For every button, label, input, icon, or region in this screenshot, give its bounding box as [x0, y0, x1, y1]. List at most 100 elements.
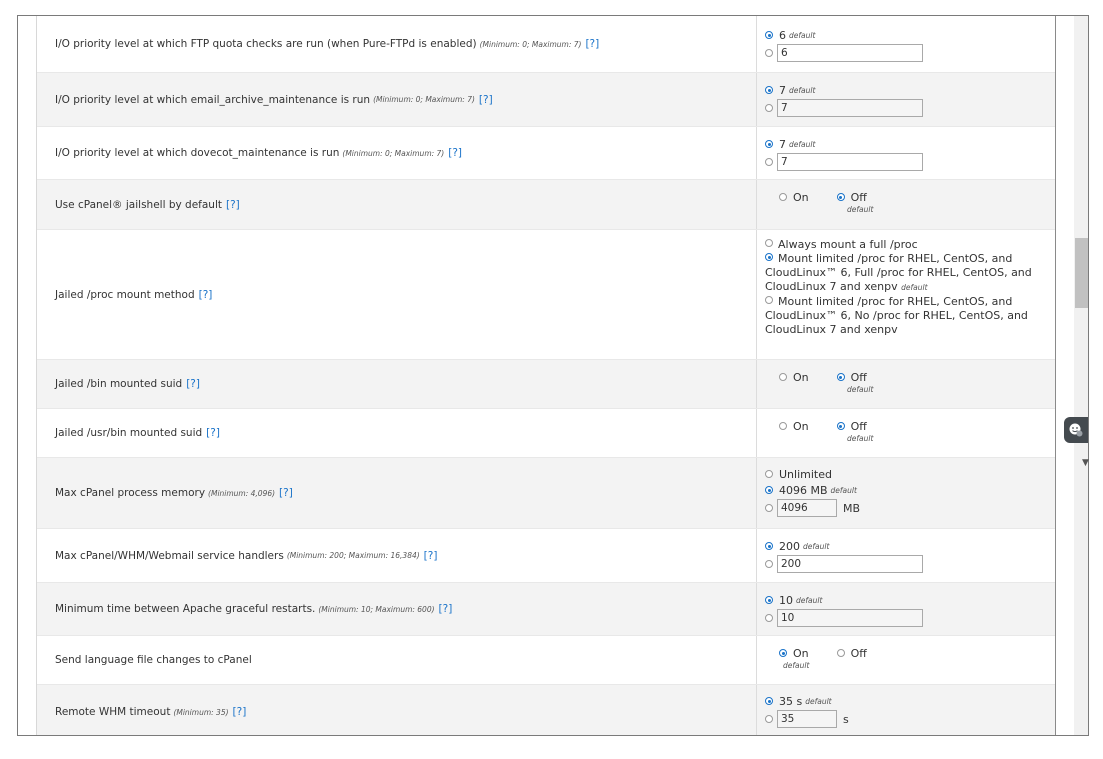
default-radio[interactable] — [765, 596, 773, 604]
setting-label: I/O priority level at which dovecot_main… — [55, 147, 340, 159]
unit-label: s — [843, 712, 849, 726]
option-label: Always mount a full /proc — [778, 238, 918, 251]
option-radio[interactable] — [765, 296, 773, 304]
default-tag: default — [805, 696, 832, 706]
off-radio[interactable] — [836, 193, 845, 201]
setting-label: Max cPanel process memory — [55, 487, 206, 499]
custom-radio[interactable] — [765, 504, 773, 512]
setting-row-jailshell-default: Use cPanel® jailshell by default [?] On … — [37, 180, 1055, 230]
option-radio[interactable] — [765, 239, 773, 247]
default-radio[interactable] — [765, 86, 773, 94]
default-radio[interactable] — [765, 697, 773, 705]
setting-label: Jailed /bin mounted suid — [55, 378, 183, 390]
custom-radio[interactable] — [765, 104, 773, 112]
chat-button[interactable] — [1064, 417, 1088, 443]
help-link[interactable]: [?] — [199, 289, 213, 301]
settings-table: I/O priority level at which FTP quota ch… — [36, 16, 1055, 735]
proc-option-limited-none: Mount limited /proc for RHEL, CentOS, an… — [765, 295, 1041, 337]
on-radio[interactable] — [779, 193, 787, 201]
off-radio[interactable] — [836, 422, 845, 430]
default-radio[interactable] — [765, 31, 773, 39]
custom-radio[interactable] — [765, 158, 773, 166]
setting-value-cell: On Off default — [757, 360, 1055, 408]
unlimited-label: Unlimited — [779, 467, 832, 481]
setting-limit: (Minimum: 0; Maximum: 7) — [373, 95, 475, 104]
custom-value-input[interactable]: 6 — [777, 44, 923, 62]
scroll-down-arrow-icon[interactable]: ▼ — [1082, 458, 1089, 468]
setting-value-cell: 10 default 10 — [757, 583, 1055, 635]
custom-radio[interactable] — [765, 560, 773, 568]
help-link[interactable]: [?] — [424, 550, 438, 562]
default-radio[interactable] — [765, 486, 773, 494]
help-link[interactable]: [?] — [448, 147, 462, 159]
scrollbar-thumb[interactable] — [1075, 238, 1088, 308]
default-tag: default — [789, 30, 816, 40]
proc-option-limited-full: Mount limited /proc for RHEL, CentOS, an… — [765, 252, 1041, 295]
custom-radio[interactable] — [765, 49, 773, 57]
default-radio[interactable] — [765, 542, 773, 550]
help-link[interactable]: [?] — [226, 199, 240, 211]
setting-value-cell: Unlimited 4096 MB default 4096 MB — [757, 458, 1055, 528]
table-right-border — [1055, 16, 1056, 735]
setting-value-cell: On Off default — [757, 409, 1055, 457]
setting-label: Use cPanel® jailshell by default — [55, 198, 222, 211]
on-label: On — [793, 190, 809, 204]
on-label: On — [793, 370, 809, 384]
off-label: Off — [850, 419, 867, 433]
setting-row-bin-suid: Jailed /bin mounted suid [?] On Off defa… — [37, 360, 1055, 409]
on-radio[interactable] — [779, 422, 787, 430]
help-link[interactable]: [?] — [233, 706, 247, 718]
setting-label: Send language file changes to cPanel — [55, 654, 252, 666]
custom-value-input[interactable]: 200 — [777, 555, 923, 573]
help-link[interactable]: [?] — [206, 427, 220, 439]
default-tag: default — [796, 595, 823, 605]
chat-face-icon — [1069, 423, 1083, 437]
custom-value-input[interactable]: 7 — [777, 99, 923, 117]
on-radio[interactable] — [779, 649, 787, 657]
setting-row-service-handlers: Max cPanel/WHM/Webmail service handlers … — [37, 529, 1055, 583]
setting-label: I/O priority level at which email_archiv… — [55, 93, 371, 106]
setting-row-email-archive-io: I/O priority level at which email_archiv… — [37, 73, 1055, 127]
option-label: Mount limited /proc for RHEL, CentOS, an… — [765, 252, 1032, 293]
off-radio[interactable] — [836, 649, 845, 657]
setting-label-cell: I/O priority level at which FTP quota ch… — [37, 16, 757, 72]
on-label: On — [793, 419, 809, 433]
off-radio[interactable] — [836, 373, 845, 381]
help-link[interactable]: [?] — [439, 603, 453, 615]
custom-value-input[interactable]: 7 — [777, 153, 923, 171]
on-radio[interactable] — [779, 373, 787, 381]
default-tag: default — [847, 434, 874, 443]
off-label: Off — [850, 190, 867, 204]
setting-row-process-memory: Max cPanel process memory (Minimum: 4,09… — [37, 458, 1055, 529]
setting-row-proc-mount: Jailed /proc mount method [?] Always mou… — [37, 230, 1055, 360]
setting-row-dovecot-io: I/O priority level at which dovecot_main… — [37, 127, 1055, 180]
help-link[interactable]: [?] — [479, 94, 493, 106]
custom-value-input[interactable]: 35 — [777, 710, 837, 728]
setting-label: Max cPanel/WHM/Webmail service handlers — [55, 549, 284, 562]
custom-radio[interactable] — [765, 715, 773, 723]
default-tag: default — [847, 205, 874, 214]
custom-value-input[interactable]: 10 — [777, 609, 923, 627]
setting-label: Jailed /proc mount method — [55, 288, 195, 301]
unlimited-radio[interactable] — [765, 470, 773, 478]
unit-label: MB — [843, 501, 861, 515]
help-link[interactable]: [?] — [585, 38, 599, 50]
default-radio[interactable] — [765, 140, 773, 148]
default-value: 7 — [779, 137, 786, 151]
proc-option-full: Always mount a full /proc — [765, 238, 1041, 252]
option-radio[interactable] — [765, 253, 773, 261]
setting-row-usr-bin-suid: Jailed /usr/bin mounted suid [?] On Off … — [37, 409, 1055, 458]
off-label: Off — [850, 370, 867, 384]
setting-row-apache-restarts: Minimum time between Apache graceful res… — [37, 583, 1055, 636]
default-tag: default — [901, 283, 928, 292]
setting-value-cell: 200 default 200 — [757, 529, 1055, 582]
setting-label: Minimum time between Apache graceful res… — [55, 603, 316, 615]
help-link[interactable]: [?] — [186, 378, 200, 390]
custom-value-input[interactable]: 4096 — [777, 499, 837, 517]
help-link[interactable]: [?] — [279, 487, 293, 499]
custom-radio[interactable] — [765, 614, 773, 622]
scrollbar-track[interactable] — [1074, 16, 1088, 735]
default-tag: default — [783, 661, 810, 670]
setting-limit: (Minimum: 200; Maximum: 16,384) — [286, 551, 420, 560]
setting-value-cell: 7 default 7 — [757, 73, 1055, 126]
